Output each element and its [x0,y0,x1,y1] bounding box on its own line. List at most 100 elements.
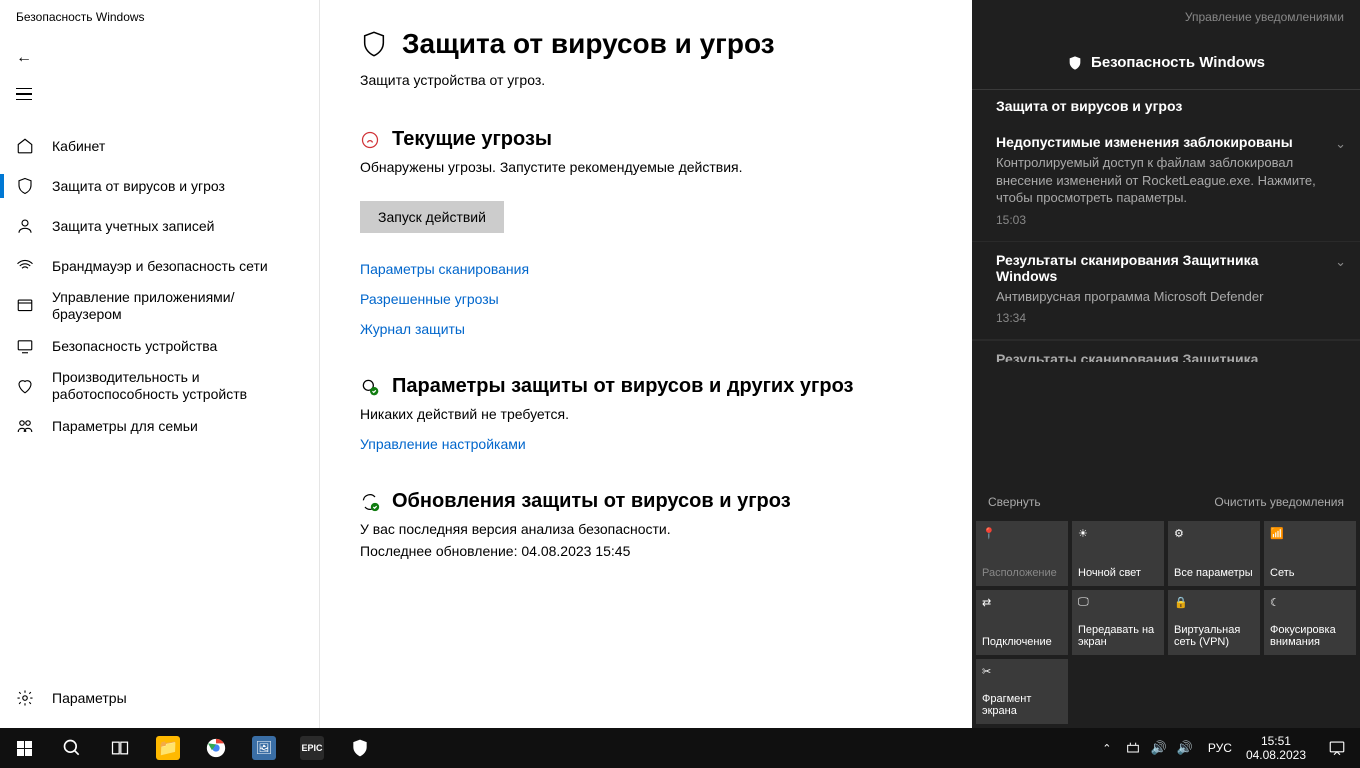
settings-ok-icon [360,377,380,397]
action-center-button[interactable] [1314,728,1360,768]
sidebar-item-device[interactable]: Безопасность устройства [0,326,319,366]
app-title: Безопасность Windows [0,0,319,32]
language-indicator[interactable]: РУС [1202,741,1238,755]
sidebar: Безопасность Windows Кабинет Защита от в… [0,0,320,728]
notification-item[interactable]: Недопустимые изменения заблокированы Кон… [972,124,1360,242]
notification-partial[interactable]: Результаты сканирования Защитника [972,340,1360,362]
ethernet-icon [1125,740,1141,756]
sidebar-item-health[interactable]: Производительность и работоспособность у… [0,366,319,406]
sidebar-item-label: Параметры для семьи [52,418,198,435]
clock-date: 04.08.2023 [1246,748,1306,762]
refresh-ok-icon [360,492,380,512]
collapse-button[interactable]: Свернуть [988,495,1041,509]
sidebar-item-label: Производительность и работоспособность у… [52,369,303,403]
tray-network[interactable] [1122,728,1144,768]
folder-icon: 📁 [156,736,180,760]
location-icon: 📍 [982,527,998,543]
menu-icon [16,88,32,101]
gear-icon [16,689,34,707]
shield-icon [1067,55,1083,71]
notification-icon [1328,739,1346,757]
clear-notifications-button[interactable]: Очистить уведомления [1214,495,1344,509]
tile-project[interactable]: 🖵Передавать на экран [1072,590,1164,655]
threat-icon [360,130,380,150]
tile-night-light[interactable]: ☀Ночной свет [1072,521,1164,586]
gear-icon: ⚙ [1174,527,1190,543]
sun-icon: ☀ [1078,527,1094,543]
search-icon [62,738,82,758]
section-heading: Параметры защиты от вирусов и других угр… [392,375,853,398]
start-button[interactable] [0,728,48,768]
clock[interactable]: 15:51 04.08.2023 [1238,734,1314,763]
person-icon [16,217,34,235]
tile-all-settings[interactable]: ⚙Все параметры [1168,521,1260,586]
notification-body: Антивирусная программа Microsoft Defende… [996,288,1336,306]
heart-icon [16,377,34,395]
app-icon [16,297,34,315]
search-button[interactable] [48,728,96,768]
notification-title: Недопустимые изменения заблокированы [996,134,1336,150]
nav-list: Кабинет Защита от вирусов и угроз Защита… [0,120,319,678]
snip-icon: ✂ [982,665,998,681]
action-center: Управление уведомлениями Безопасность Wi… [972,0,1360,728]
task-view-button[interactable] [96,728,144,768]
shield-icon [16,177,34,195]
hamburger-button[interactable] [0,76,48,112]
tile-network[interactable]: 📶Сеть [1264,521,1356,586]
sidebar-item-label: Кабинет [52,138,105,155]
vpn-icon: 🔒 [1174,596,1190,612]
sidebar-item-label: Защита учетных записей [52,218,214,235]
epic-icon: EPIC [300,736,324,760]
sidebar-item-label: Параметры [52,690,127,707]
speaker-icon: 🔊 [1151,740,1167,756]
quick-actions: 📍Расположение ☀Ночной свет ⚙Все параметр… [972,517,1360,728]
taskbar-app-epic[interactable]: EPIC [288,728,336,768]
tile-snip[interactable]: ✂Фрагмент экрана [976,659,1068,724]
notification-body: Контролируемый доступ к файлам заблокиро… [996,154,1336,207]
action-center-title-text: Безопасность Windows [1091,54,1265,71]
network-icon [16,257,34,275]
back-button[interactable] [0,40,48,76]
chevron-down-icon[interactable]: ⌄ [1335,254,1346,270]
sidebar-item-family[interactable]: Параметры для семьи [0,406,319,446]
home-icon [16,137,34,155]
tile-vpn[interactable]: 🔒Виртуальная сеть (VPN) [1168,590,1260,655]
project-icon: 🖵 [1078,596,1094,612]
tray-volume[interactable]: 🔊 [1148,728,1170,768]
tray-volume2[interactable]: 🔊 [1174,728,1196,768]
sidebar-item-home[interactable]: Кабинет [0,126,319,166]
chevron-down-icon[interactable]: ⌄ [1335,136,1346,152]
connect-icon: ⇄ [982,596,998,612]
notification-time: 13:34 [996,311,1336,325]
device-icon [16,337,34,355]
sidebar-item-virus[interactable]: Защита от вирусов и угроз [0,166,319,206]
sidebar-item-label: Безопасность устройства [52,338,217,355]
sidebar-item-firewall[interactable]: Брандмауэр и безопасность сети [0,246,319,286]
task-view-icon [110,738,130,758]
taskbar: 📁 🖼 EPIC ⌃ 🔊 🔊 РУС 15:51 04.08.2023 [0,728,1360,768]
tile-location[interactable]: 📍Расположение [976,521,1068,586]
tile-connect[interactable]: ⇄Подключение [976,590,1068,655]
tray-overflow[interactable]: ⌃ [1096,728,1118,768]
notification-group-title: Защита от вирусов и угроз [972,89,1360,124]
chrome-icon [204,736,228,760]
sidebar-item-settings[interactable]: Параметры [0,678,319,718]
tile-focus[interactable]: ☾Фокусировка внимания [1264,590,1356,655]
taskbar-app-chrome[interactable] [192,728,240,768]
section-heading: Обновления защиты от вирусов и угроз [392,490,791,513]
sidebar-item-account[interactable]: Защита учетных записей [0,206,319,246]
manage-notifications-link[interactable]: Управление уведомлениями [972,0,1360,30]
chevron-up-icon: ⌃ [1102,742,1111,755]
taskbar-app-security[interactable] [336,728,384,768]
speaker-icon: 🔊 [1177,740,1193,756]
wifi-icon: 📶 [1270,527,1286,543]
sidebar-item-label: Управление приложениями/браузером [52,289,303,323]
shield-icon [360,30,388,58]
shield-icon [350,738,370,758]
notification-item[interactable]: Результаты сканирования Защитника Window… [972,242,1360,341]
taskbar-app-photos[interactable]: 🖼 [240,728,288,768]
system-tray: ⌃ 🔊 🔊 [1090,728,1202,768]
taskbar-app-explorer[interactable]: 📁 [144,728,192,768]
sidebar-item-appbrowser[interactable]: Управление приложениями/браузером [0,286,319,326]
start-actions-button[interactable]: Запуск действий [360,201,504,233]
